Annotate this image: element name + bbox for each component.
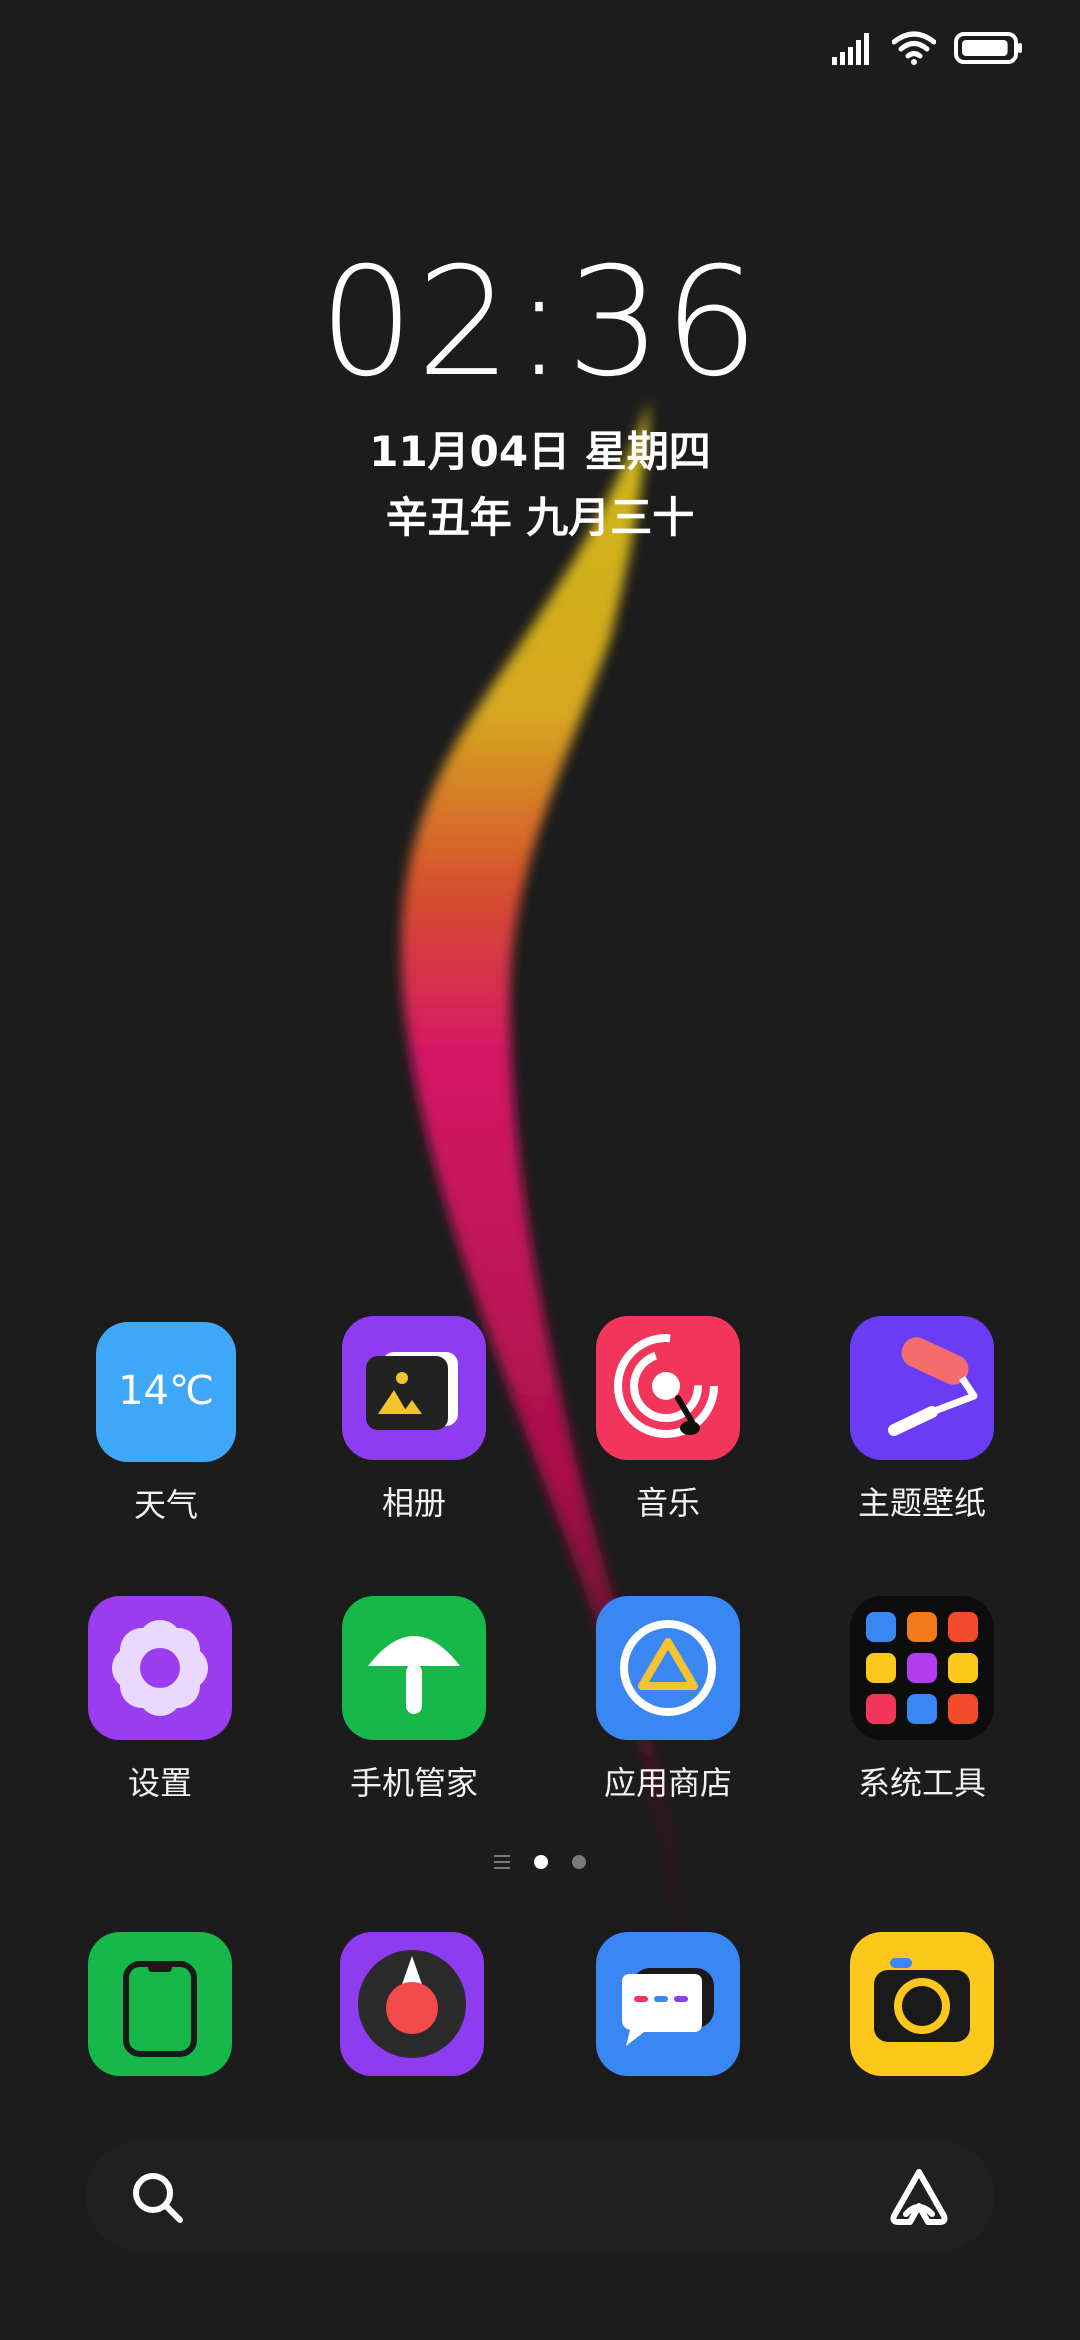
search-icon[interactable] [130, 2170, 186, 2226]
app-weather[interactable]: 14℃ 天气 [66, 1322, 266, 1526]
browser-compass-icon [358, 1950, 466, 2058]
security-umbrella-icon [342, 1596, 486, 1740]
system-tools-folder-icon [850, 1596, 994, 1740]
home-screen: 02:36 11月04日 星期四 辛丑年 九月三十 14℃ 天气 相册 音乐 主… [0, 0, 1080, 2340]
weather-icon: 14℃ [96, 1322, 236, 1462]
music-icon [596, 1316, 740, 1460]
app-label: 音乐 [635, 1484, 700, 1522]
weather-temperature: 14℃ [118, 1368, 214, 1414]
app-store-triangle-icon [596, 1596, 740, 1740]
wifi-icon [892, 31, 936, 65]
global-search-bar[interactable] [86, 2140, 994, 2252]
camera-icon [874, 1958, 970, 2042]
clock-time[interactable]: 02:36 [0, 248, 1080, 398]
signal-bars-icon [832, 33, 869, 65]
settings-flower-icon [88, 1596, 232, 1740]
dock-browser[interactable] [340, 1932, 484, 2076]
phone-icon [123, 1961, 197, 2057]
app-system-tools[interactable]: 系统工具 [822, 1596, 1022, 1804]
app-label: 设置 [127, 1764, 192, 1802]
dock-messages[interactable] [596, 1932, 740, 2076]
app-label: 应用商店 [603, 1764, 732, 1802]
app-music[interactable]: 音乐 [568, 1316, 768, 1524]
app-label: 系统工具 [857, 1764, 986, 1802]
page-list-icon[interactable] [494, 1855, 510, 1869]
app-label: 相册 [381, 1484, 446, 1522]
battery-icon [954, 32, 1022, 64]
clock-date: 11月04日 星期四 [369, 427, 711, 476]
app-gallery[interactable]: 相册 [314, 1316, 514, 1524]
gallery-icon [342, 1316, 486, 1460]
app-security[interactable]: 手机管家 [314, 1596, 514, 1804]
dock-phone[interactable] [88, 1932, 232, 2076]
dock-camera[interactable] [850, 1932, 994, 2076]
app-settings[interactable]: 设置 [60, 1596, 260, 1804]
status-bar [832, 28, 1024, 68]
app-themes[interactable]: 主题壁纸 [822, 1316, 1022, 1524]
app-label: 天气 [133, 1486, 198, 1524]
clock-lunar-date: 辛丑年 九月三十 [385, 493, 695, 542]
assistant-icon[interactable] [888, 2168, 950, 2226]
app-label: 主题壁纸 [857, 1484, 986, 1522]
page-dot[interactable] [572, 1855, 586, 1869]
theme-paint-roller-icon [850, 1316, 994, 1460]
messages-icon [622, 1968, 714, 2046]
app-store[interactable]: 应用商店 [568, 1596, 768, 1804]
page-indicator[interactable] [0, 1855, 1080, 1869]
app-label: 手机管家 [349, 1764, 478, 1802]
page-dot-active[interactable] [534, 1855, 548, 1869]
